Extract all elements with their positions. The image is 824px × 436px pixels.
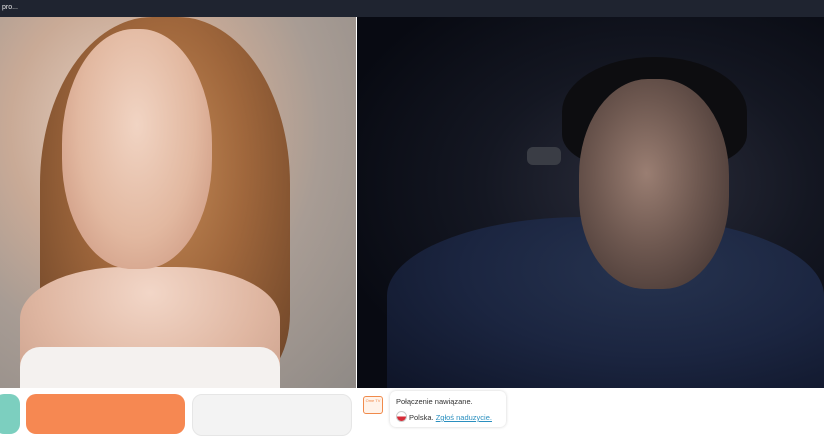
next-button[interactable] — [26, 394, 185, 434]
ometv-logo-icon: Ome TV — [363, 396, 383, 414]
report-abuse-link[interactable]: Zgłoś naduzycie. — [436, 413, 492, 422]
poland-flag-icon — [396, 411, 407, 422]
video-silhouette-face — [579, 79, 729, 289]
video-silhouette-face — [62, 29, 212, 269]
headset-icon — [527, 147, 561, 165]
country-line: Polska. Zgłoś naduzycie. — [396, 411, 492, 422]
chat-panel: Ome TV Połączenie nawiązane. Polska. Zgł… — [357, 388, 824, 430]
local-video-feed — [0, 17, 356, 388]
connection-status-text: Połączenie nawiązane. — [396, 397, 473, 406]
logo-text: Ome TV — [365, 398, 381, 403]
tab-title[interactable]: pro... — [2, 4, 18, 11]
country-name: Polska. — [409, 413, 434, 422]
stop-button[interactable] — [0, 394, 20, 434]
system-message-bubble: Połączenie nawiązane. Polska. Zgłoś nadu… — [390, 391, 506, 427]
browser-top-bar: pro... — [0, 0, 824, 17]
video-silhouette-clothing — [20, 347, 280, 388]
remote-video-feed — [357, 17, 824, 388]
